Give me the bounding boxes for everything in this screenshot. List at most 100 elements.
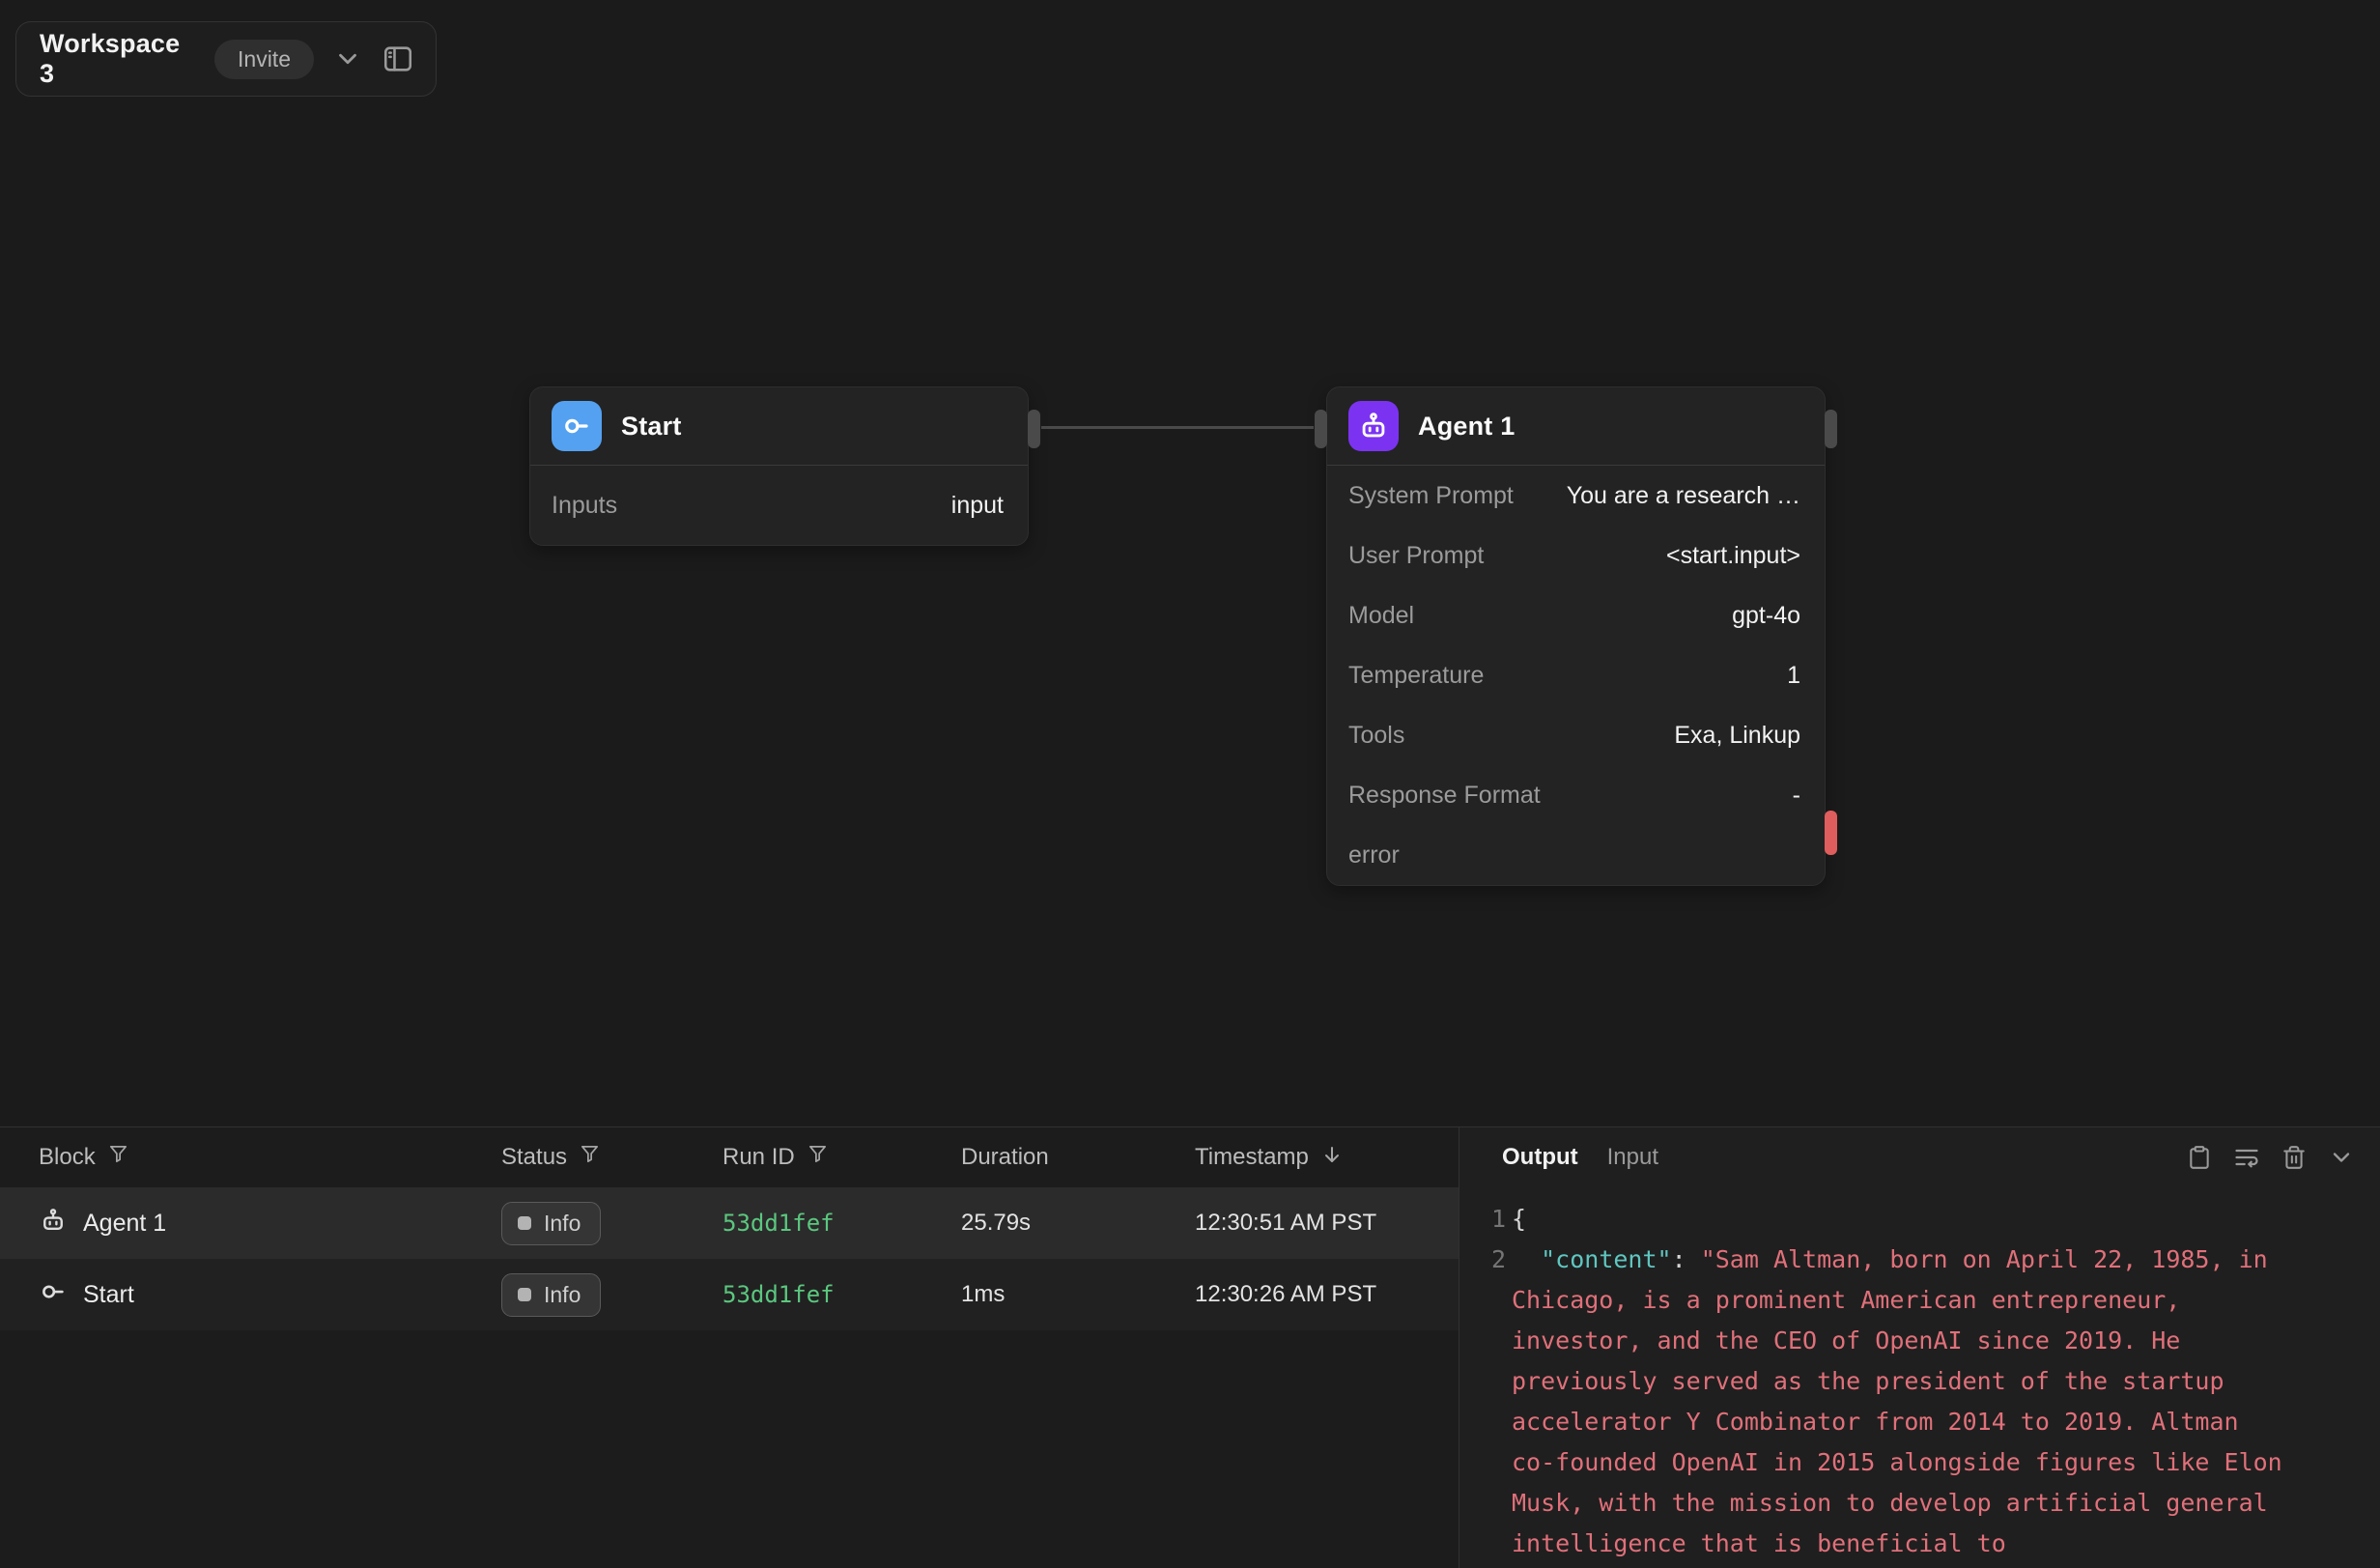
column-header-duration[interactable]: Duration xyxy=(961,1127,1195,1187)
code-text: "content": "Sam Altman, born on April 22… xyxy=(1512,1240,2289,1564)
chevron-down-icon xyxy=(2328,1144,2355,1171)
row-label: Inputs xyxy=(552,492,617,520)
clear-button[interactable] xyxy=(2281,1145,2307,1170)
row-label: error xyxy=(1348,841,1400,870)
status-dot-icon xyxy=(518,1288,531,1301)
timestamp-cell: 12:30:51 AM PST xyxy=(1195,1187,1459,1259)
status-badge[interactable]: Info xyxy=(501,1273,601,1317)
start-icon xyxy=(39,1277,68,1313)
column-header-timestamp[interactable]: Timestamp xyxy=(1195,1127,1459,1187)
node-row: Inputs input xyxy=(530,466,1028,545)
arrow-down-icon[interactable] xyxy=(1320,1143,1344,1173)
column-header-runid[interactable]: Run ID xyxy=(722,1127,961,1187)
column-header-block[interactable]: Block xyxy=(0,1127,501,1187)
invite-button[interactable]: Invite xyxy=(214,40,314,79)
timestamp: 12:30:51 AM PST xyxy=(1195,1210,1376,1237)
row-value: <start.input> xyxy=(1666,542,1800,570)
row-label: Tools xyxy=(1348,722,1404,750)
workspace-switcher: Workspace 3 Invite xyxy=(15,21,437,97)
row-value: - xyxy=(1793,782,1800,810)
node-row: User Prompt <start.input> xyxy=(1327,526,1825,585)
node-row: Response Format - xyxy=(1327,765,1825,825)
table-row[interactable]: Agent 1 Info 53dd1fef 25.79s 12:30:51 AM… xyxy=(0,1187,1459,1259)
block-cell: Start xyxy=(0,1259,501,1330)
bot-icon xyxy=(39,1206,68,1241)
filter-icon[interactable] xyxy=(807,1143,829,1172)
row-label: Temperature xyxy=(1348,662,1484,690)
status-cell: Info xyxy=(501,1187,722,1259)
agent-node[interactable]: Agent 1 System Prompt You are a research… xyxy=(1326,386,1826,886)
collapse-panel-button[interactable] xyxy=(2328,1144,2355,1171)
output-actions xyxy=(2187,1144,2355,1171)
start-output-handle[interactable] xyxy=(1028,410,1040,448)
code-viewer[interactable]: 1 { 2 "content": "Sam Altman, born on Ap… xyxy=(1459,1187,2380,1564)
row-label: Model xyxy=(1348,602,1414,630)
node-row-error: error xyxy=(1327,825,1825,885)
toggle-sidebar-button[interactable] xyxy=(382,43,414,75)
bot-icon xyxy=(1348,401,1399,451)
node-title: Start xyxy=(621,412,682,442)
copy-button[interactable] xyxy=(2187,1145,2212,1170)
run-id: 53dd1fef xyxy=(722,1210,835,1237)
tab-input[interactable]: Input xyxy=(1607,1144,1658,1171)
status-badge[interactable]: Info xyxy=(501,1202,601,1245)
wrap-text-button[interactable] xyxy=(2233,1144,2260,1171)
code-text: { xyxy=(1512,1199,2289,1240)
error-output-handle[interactable] xyxy=(1825,811,1837,855)
output-panel-header: Output Input xyxy=(1459,1127,2380,1187)
filter-icon[interactable] xyxy=(107,1143,129,1172)
code-line: 1 { xyxy=(1459,1199,2380,1240)
node-row: Temperature 1 xyxy=(1327,645,1825,705)
app-root: Workspace 3 Invite Start Inputs input xyxy=(0,0,2380,1568)
duration: 1ms xyxy=(961,1281,1005,1308)
workspace-name: Workspace 3 xyxy=(40,29,195,89)
row-value: gpt-4o xyxy=(1732,602,1800,630)
console-panel: Block Status Run ID xyxy=(0,1126,2380,1568)
column-label: Timestamp xyxy=(1195,1144,1309,1171)
json-string: "Sam Altman, born on April 22, 1985, in … xyxy=(1512,1245,2297,1557)
row-value: 1 xyxy=(1787,662,1800,690)
runid-cell: 53dd1fef xyxy=(722,1259,961,1330)
row-label: User Prompt xyxy=(1348,542,1484,570)
node-row: Tools Exa, Linkup xyxy=(1327,705,1825,765)
start-icon xyxy=(552,401,602,451)
logs-table: Block Status Run ID xyxy=(0,1127,1459,1568)
line-number: 1 xyxy=(1459,1199,1506,1240)
json-key: "content" xyxy=(1541,1245,1671,1273)
row-label: Response Format xyxy=(1348,782,1541,810)
column-label: Block xyxy=(39,1144,96,1171)
timestamp: 12:30:26 AM PST xyxy=(1195,1281,1376,1308)
status-dot-icon xyxy=(518,1216,531,1230)
duration: 25.79s xyxy=(961,1210,1031,1237)
column-label: Status xyxy=(501,1144,567,1171)
output-panel: Output Input xyxy=(1459,1127,2380,1568)
duration-cell: 1ms xyxy=(961,1259,1195,1330)
start-node[interactable]: Start Inputs input xyxy=(529,386,1029,546)
workspace-menu-button[interactable] xyxy=(333,44,362,73)
trash-icon xyxy=(2281,1145,2307,1170)
agent-input-handle[interactable] xyxy=(1315,410,1327,448)
row-value: You are a research … xyxy=(1567,482,1800,510)
column-label: Duration xyxy=(961,1144,1049,1171)
wrap-text-icon xyxy=(2233,1144,2260,1171)
node-row: System Prompt You are a research … xyxy=(1327,466,1825,526)
row-value: input xyxy=(951,492,1004,520)
agent-node-header: Agent 1 xyxy=(1327,387,1825,465)
chevron-down-icon xyxy=(333,44,362,73)
line-number: 2 xyxy=(1459,1240,1506,1564)
agent-output-handle[interactable] xyxy=(1825,410,1837,448)
status-label: Info xyxy=(544,1282,581,1308)
block-cell: Agent 1 xyxy=(0,1187,501,1259)
block-name: Agent 1 xyxy=(83,1210,166,1238)
table-row[interactable]: Start Info 53dd1fef 1ms 12:30:26 AM PST xyxy=(0,1259,1459,1330)
code-line: 2 "content": "Sam Altman, born on April … xyxy=(1459,1240,2380,1564)
duration-cell: 25.79s xyxy=(961,1187,1195,1259)
table-header: Block Status Run ID xyxy=(0,1127,1459,1187)
panel-left-icon xyxy=(382,43,414,75)
row-label: System Prompt xyxy=(1348,482,1514,510)
clipboard-icon xyxy=(2187,1145,2212,1170)
column-header-status[interactable]: Status xyxy=(501,1127,722,1187)
filter-icon[interactable] xyxy=(579,1143,601,1172)
block-name: Start xyxy=(83,1281,134,1309)
tab-output[interactable]: Output xyxy=(1502,1144,1578,1171)
